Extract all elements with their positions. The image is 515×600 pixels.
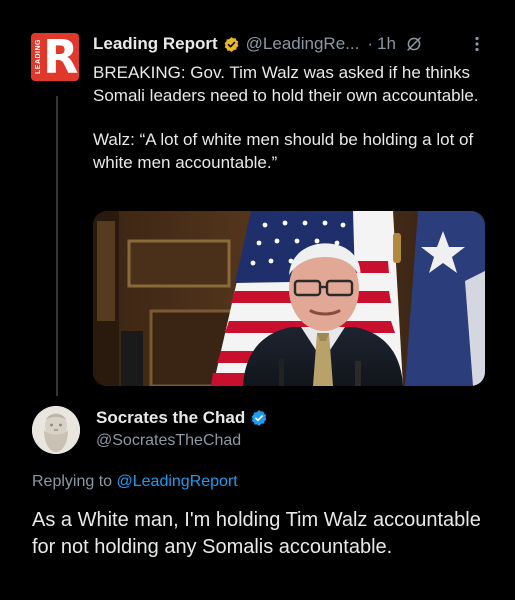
parent-display-name[interactable]: Leading Report xyxy=(93,34,218,54)
parent-paragraph-2: Walz: “A lot of white men should be hold… xyxy=(93,130,474,172)
parent-tweet-text: BREAKING: Gov. Tim Walz was asked if he … xyxy=(93,62,483,174)
parent-timestamp[interactable]: 1h xyxy=(377,34,396,54)
reply-display-name[interactable]: Socrates the Chad xyxy=(96,408,245,428)
parent-tweet-header: Leading Report @LeadingRe... · 1h xyxy=(93,33,423,55)
verified-gold-icon xyxy=(224,36,239,52)
reply-tweet-text: As a White man, I'm holding Tim Walz acc… xyxy=(32,509,481,558)
separator-dot: · xyxy=(367,34,374,53)
reply-header: Socrates the Chad xyxy=(96,407,268,429)
more-icon[interactable] xyxy=(470,36,484,52)
socrates-avatar[interactable] xyxy=(32,406,80,454)
leading-report-avatar[interactable]: LEADING R xyxy=(31,33,79,81)
socrates-bust-image xyxy=(32,406,80,454)
press-conference-image xyxy=(93,211,485,386)
replying-to-line: Replying to @LeadingReport xyxy=(32,473,238,491)
replying-to-mention[interactable]: @LeadingReport xyxy=(117,473,238,490)
parent-handle[interactable]: @LeadingRe... xyxy=(246,34,360,54)
thread-connector-line xyxy=(56,96,58,396)
tweet-media-image[interactable] xyxy=(93,211,485,386)
grok-icon[interactable] xyxy=(405,35,423,53)
verified-blue-icon xyxy=(251,410,267,426)
replying-prefix: Replying to xyxy=(32,473,113,490)
parent-paragraph-1: BREAKING: Gov. Tim Walz was asked if he … xyxy=(93,63,479,105)
avatar-letter: R xyxy=(43,33,79,81)
reply-handle[interactable]: @SocratesTheChad xyxy=(96,432,241,450)
